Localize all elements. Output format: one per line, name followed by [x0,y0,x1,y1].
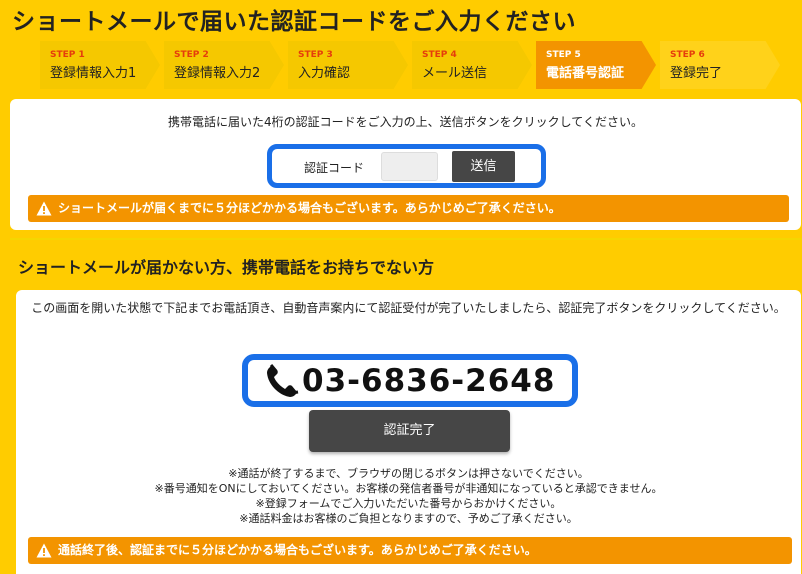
code-entry-box: 認証コード 送信 [267,144,546,188]
step-2: STEP 2 登録情報入力2 [164,41,284,89]
step-label: メール送信 [422,66,488,81]
step-label: 電話番号認証 [546,66,625,81]
step-number: STEP 6 [670,50,705,60]
section-divider [10,238,802,240]
sms-instruction: 携帯電話に届いた4桁の認証コードをご入力の上、送信ボタンをクリックしてください。 [168,115,643,129]
phone-notes: ※通話が終了するまで、ブラウザの閉じるボタンは押さないでください。 ※番号通知を… [16,466,801,526]
step-label: 登録情報入力1 [50,66,137,81]
step-number: STEP 4 [422,50,457,60]
phone-instruction: この画面を開いた状態で下記までお電話頂き、自動音声案内にて認証受付が完了いたしま… [31,301,786,315]
step-1: STEP 1 登録情報入力1 [40,41,160,89]
sms-alert-text: ショートメールが届くまでに５分ほどかかる場合もございます。あらかじめご了承くださ… [58,201,561,215]
step-number: STEP 5 [546,50,581,60]
phone-auth-panel: この画面を開いた状態で下記までお電話頂き、自動音声案内にて認証受付が完了いたしま… [16,290,801,574]
step-label: 登録情報入力2 [174,66,261,81]
phone-section-title: ショートメールが届かない方、携帯電話をお持ちでない方 [18,258,435,277]
auth-complete-button[interactable]: 認証完了 [309,410,510,452]
step-progress: STEP 1 登録情報入力1 STEP 2 登録情報入力2 STEP 3 入力確… [40,41,780,89]
note-line: ※通話料金はお客様のご負担となりますので、予めご了承ください。 [239,512,578,525]
page-title: ショートメールで届いた認証コードをご入力ください [12,9,576,35]
step-3: STEP 3 入力確認 [288,41,408,89]
warning-triangle-icon [36,543,52,558]
step-4: STEP 4 メール送信 [412,41,532,89]
note-line: ※番号通知をONにしておいてください。お客様の発信者番号が非通知になっていると承… [154,482,663,495]
step-label: 入力確認 [298,66,351,81]
step-5: STEP 5 電話番号認証 [536,41,656,89]
note-line: ※通話が終了するまで、ブラウザの閉じるボタンは押さないでください。 [228,467,589,480]
code-label: 認証コード [304,161,365,175]
phone-number: 03-6836-2648 [302,363,556,399]
note-line: ※登録フォームでご入力いただいた番号からおかけください。 [255,497,562,510]
send-button[interactable]: 送信 [452,151,515,182]
step-6: STEP 6 登録完了 [660,41,780,89]
warning-triangle-icon [36,201,52,216]
step-number: STEP 3 [298,50,333,60]
step-label: 登録完了 [670,66,723,81]
phone-handset-icon [267,364,299,397]
sms-code-panel: 携帯電話に届いた4桁の認証コードをご入力の上、送信ボタンをクリックしてください。… [10,99,801,230]
sms-alert: ショートメールが届くまでに５分ほどかかる場合もございます。あらかじめご了承くださ… [28,195,789,222]
phone-alert-text: 通話終了後、認証までに５分ほどかかる場合もございます。あらかじめご了承ください。 [58,543,537,557]
step-number: STEP 1 [50,50,85,60]
phone-alert: 通話終了後、認証までに５分ほどかかる場合もございます。あらかじめご了承ください。 [28,537,792,564]
step-number: STEP 2 [174,50,209,60]
phone-number-box: 03-6836-2648 [242,354,578,407]
code-input[interactable] [381,152,438,181]
